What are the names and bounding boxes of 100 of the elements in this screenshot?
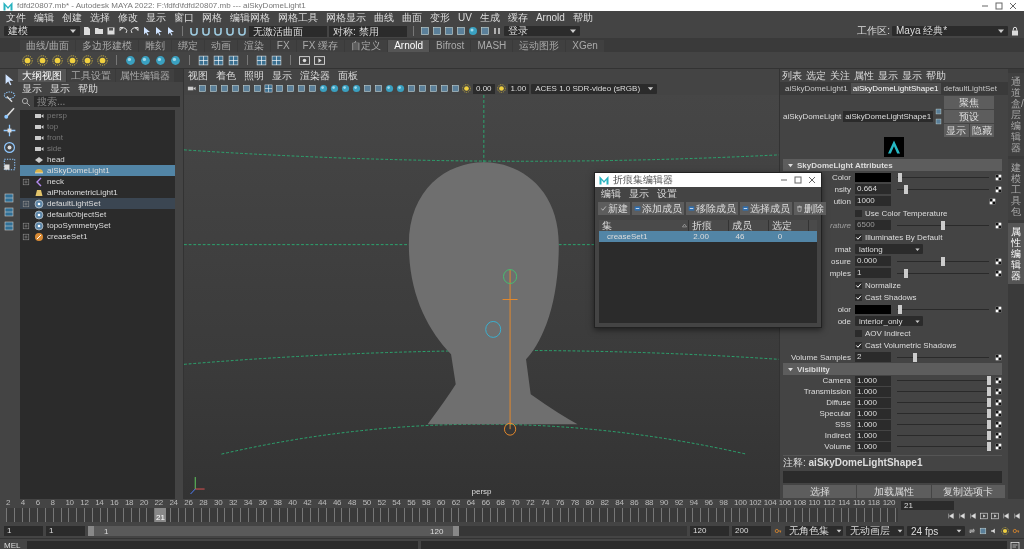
folder-icon[interactable] — [94, 26, 104, 36]
fps-dropdown[interactable]: 24 fps — [907, 526, 965, 536]
attribute-button[interactable]: 隐藏 — [969, 123, 995, 137]
menu-item[interactable]: 曲面 — [398, 10, 426, 25]
square-icon[interactable] — [440, 84, 449, 93]
layout-icon[interactable] — [4, 193, 14, 203]
undo-icon[interactable] — [118, 26, 128, 36]
editor-button[interactable]: 新建 — [598, 202, 630, 215]
menu-item[interactable]: 曲线 — [370, 10, 398, 25]
symmetry-field[interactable]: 对称: 禁用 — [329, 25, 407, 37]
node-name-field[interactable]: aiSkyDomeLightShape1 — [843, 110, 934, 122]
menu-item[interactable]: 显示 — [900, 68, 924, 83]
eye-icon[interactable] — [299, 54, 310, 66]
menu-item[interactable]: 缓存 — [503, 10, 532, 25]
square-icon[interactable] — [432, 26, 442, 36]
color-space-dropdown[interactable]: ACES 1.0 SDR-video (sRGB) — [531, 83, 658, 94]
lock-icon[interactable] — [1010, 26, 1020, 36]
shelf-tab[interactable]: MASH — [471, 40, 513, 52]
square-icon[interactable] — [420, 26, 430, 36]
side-tab[interactable]: 建模工具包 — [1008, 159, 1024, 220]
character-set-dropdown[interactable]: 无角色集 — [785, 526, 843, 536]
slider-thumb[interactable] — [913, 352, 918, 362]
shelf-tab[interactable]: 自定义 — [345, 40, 388, 52]
square-icon[interactable] — [220, 84, 229, 93]
attribute-button[interactable]: 显示 — [944, 123, 969, 137]
checkbox[interactable] — [855, 329, 862, 337]
menu-item[interactable]: 修改 — [114, 10, 142, 25]
checker-icon[interactable] — [995, 353, 1002, 361]
checkbox[interactable] — [855, 233, 862, 241]
workspace-dropdown[interactable]: Maya 经典* — [892, 26, 1008, 36]
slider-thumb[interactable] — [987, 431, 991, 440]
outliner-item[interactable]: defaultObjectSet — [20, 209, 175, 220]
editor-button[interactable]: 添加成员 — [632, 202, 684, 215]
range-slider[interactable]: 1 120 — [88, 526, 460, 536]
value-field[interactable]: 1.000 — [855, 386, 891, 397]
loop-icon[interactable] — [968, 527, 976, 535]
time-slider[interactable]: 21 — [6, 508, 898, 522]
sun-icon[interactable] — [67, 54, 78, 66]
square-icon[interactable] — [242, 84, 251, 93]
square-icon[interactable] — [275, 84, 284, 93]
sphere-icon[interactable] — [170, 54, 181, 66]
command-input[interactable] — [27, 540, 418, 549]
section-header[interactable]: Visibility — [783, 363, 1002, 375]
node-tab[interactable]: aiSkyDomeLight1 — [783, 83, 850, 94]
current-frame-marker[interactable]: 21 — [154, 508, 166, 522]
value-field[interactable]: 1.000 — [855, 397, 891, 408]
menu-item[interactable]: 显示 — [625, 187, 653, 201]
sphere-icon[interactable] — [155, 54, 166, 66]
attribute-button[interactable]: 预设 — [944, 109, 995, 123]
range-end-field[interactable]: 120 — [690, 526, 729, 536]
expand-icon[interactable] — [22, 199, 30, 208]
slider-thumb[interactable] — [904, 184, 909, 194]
menu-item[interactable]: 选定 — [804, 68, 828, 83]
slider-thumb[interactable] — [987, 398, 991, 407]
expand-icon[interactable] — [22, 232, 30, 241]
value-field[interactable]: 0.000 — [855, 256, 891, 266]
grid-icon[interactable] — [228, 54, 239, 66]
step-icon[interactable] — [947, 512, 955, 520]
square-icon[interactable] — [363, 84, 372, 93]
grid-icon[interactable] — [264, 84, 273, 93]
range-start-field[interactable]: 1 — [46, 526, 85, 536]
menu-item[interactable]: 生成 — [475, 10, 504, 25]
current-frame-field[interactable]: 21 — [901, 501, 954, 510]
menu-item[interactable]: 编辑网格 — [226, 10, 274, 25]
slider-thumb[interactable] — [897, 304, 902, 314]
shelf-tab[interactable]: 雕刻 — [138, 40, 171, 52]
menu-item[interactable]: 窗口 — [170, 10, 198, 25]
menu-item[interactable]: 创建 — [58, 10, 86, 25]
speaker-icon[interactable] — [990, 527, 998, 535]
shelf-tab[interactable]: Arnold — [388, 40, 430, 52]
outliner-item[interactable]: head — [20, 154, 175, 165]
move-icon[interactable] — [2, 124, 16, 137]
step-icon[interactable] — [1013, 512, 1021, 520]
square-icon[interactable] — [231, 84, 240, 93]
redo-icon[interactable] — [130, 26, 140, 36]
square-icon[interactable] — [418, 84, 427, 93]
camera-icon[interactable] — [187, 84, 196, 93]
sun-icon[interactable] — [462, 84, 471, 93]
menu-item[interactable]: 文件 — [2, 10, 30, 25]
sphere-icon[interactable] — [396, 84, 405, 93]
panel-tab[interactable]: 工具设置 — [67, 69, 115, 82]
menu-item[interactable]: 显示 — [18, 81, 46, 96]
triangle-icon[interactable] — [787, 161, 794, 169]
slider-thumb[interactable] — [904, 268, 909, 278]
value-field[interactable]: 1000 — [855, 196, 891, 206]
menu-item[interactable]: 帮助 — [74, 81, 102, 96]
grid-icon[interactable] — [198, 54, 209, 66]
menu-item[interactable]: 显示 — [142, 10, 170, 25]
grid-icon[interactable] — [213, 54, 224, 66]
grid-icon[interactable] — [271, 54, 282, 66]
slider-thumb[interactable] — [987, 387, 991, 396]
square-icon[interactable] — [308, 84, 317, 93]
script-language-label[interactable]: MEL — [4, 541, 24, 549]
option-dropdown[interactable]: interior_only — [855, 316, 923, 326]
menu-item[interactable]: UV — [454, 12, 476, 23]
attribute-button[interactable]: 选择 — [783, 485, 857, 498]
outliner-item[interactable]: aiPhotometricLight1 — [20, 187, 175, 198]
menu-item[interactable]: 网格 — [198, 10, 226, 25]
square-icon[interactable] — [480, 26, 490, 36]
close-icon[interactable] — [807, 175, 817, 185]
